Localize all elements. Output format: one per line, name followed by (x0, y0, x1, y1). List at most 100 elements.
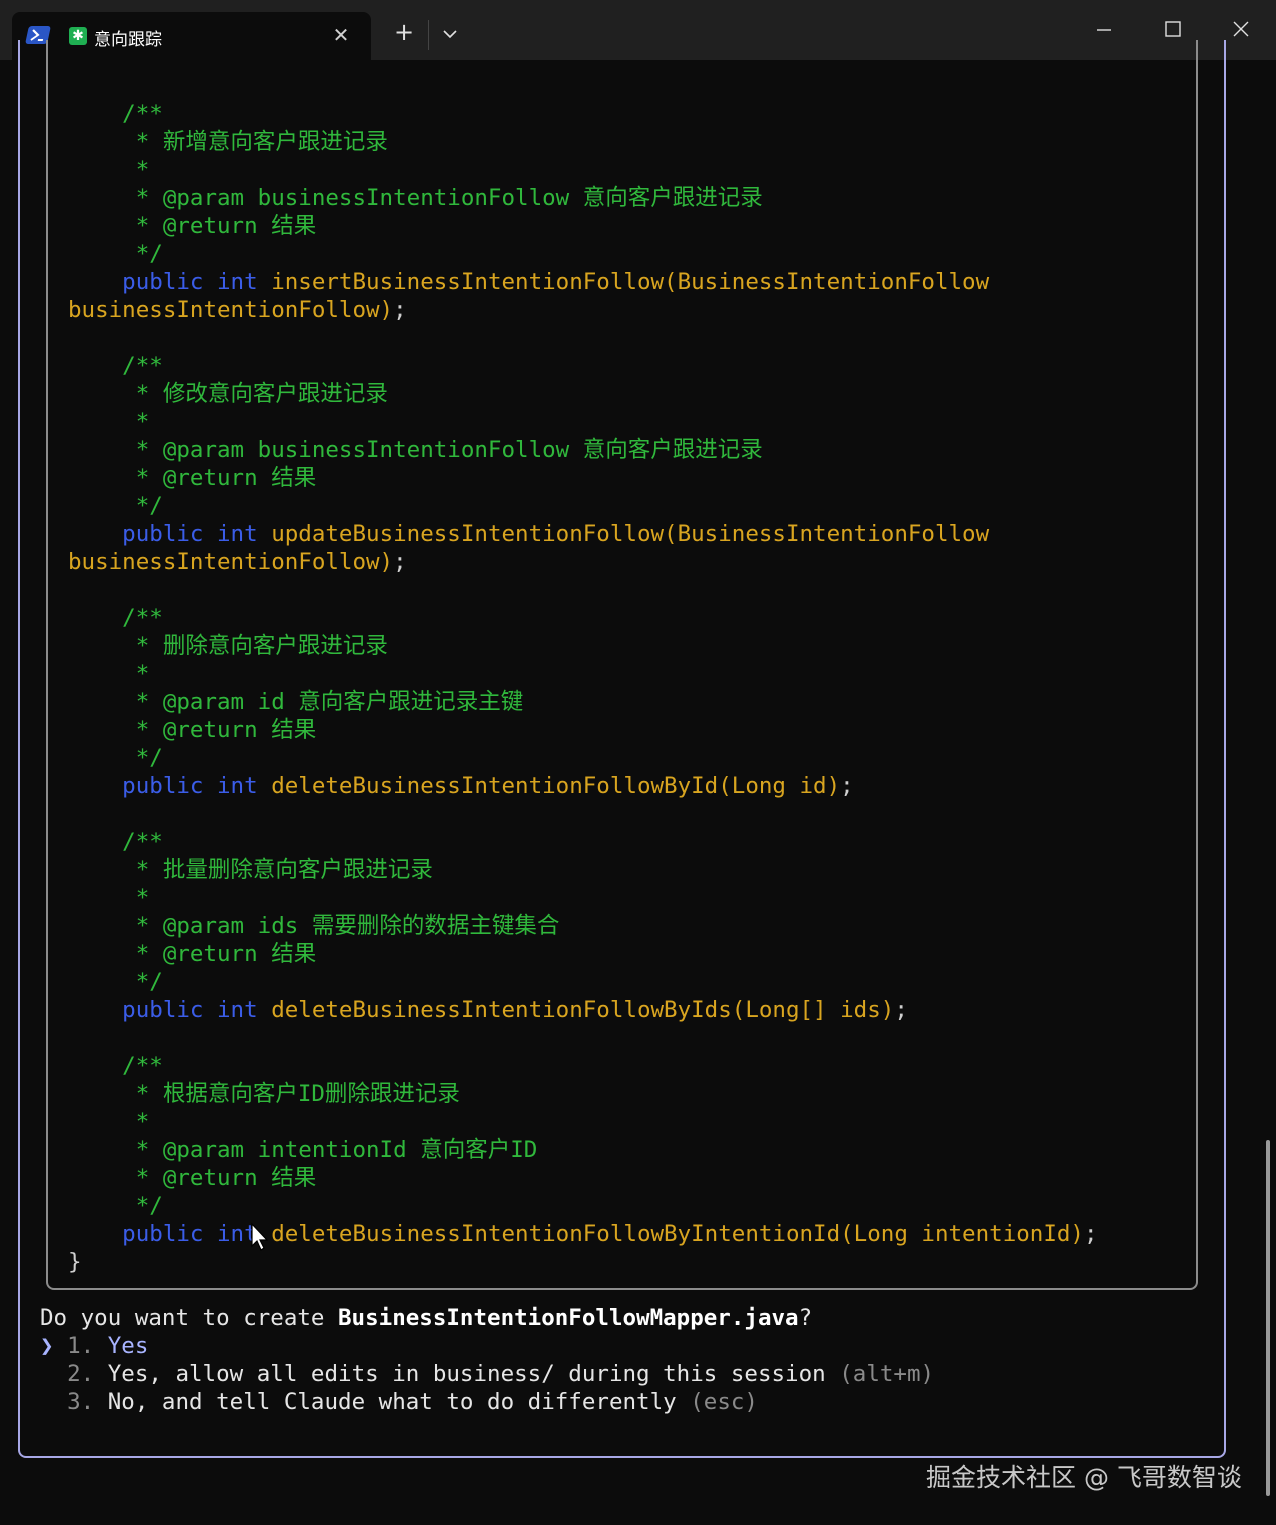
code-line: /** (68, 1052, 1098, 1080)
code-token: * (68, 409, 150, 435)
prompt-question: Do you want to create BusinessIntentionF… (40, 1305, 813, 1331)
code-line: * 新增意向客户跟进记录 (68, 128, 1098, 156)
code-token: int (217, 521, 258, 547)
window-close-icon[interactable] (1228, 16, 1254, 42)
code-token: deleteBusinessIntentionFollowById(Long i… (257, 773, 841, 799)
code-token: int (217, 997, 258, 1023)
code-token: * (68, 661, 150, 687)
code-token: businessIntentionFollow) (68, 297, 394, 323)
code-token: int (217, 269, 258, 295)
code-token: */ (68, 1193, 163, 1219)
code-token: * (68, 885, 150, 911)
code-token: * 修改意向客户跟进记录 (68, 381, 388, 407)
code-token: */ (68, 241, 163, 267)
code-token: */ (68, 969, 163, 995)
confirm-prompt: Do you want to create BusinessIntentionF… (40, 1304, 934, 1416)
code-line: public int insertBusinessIntentionFollow… (68, 268, 1098, 296)
code-line: */ (68, 1192, 1098, 1220)
code-token: * @return 结果 (68, 213, 317, 239)
code-token: public (68, 269, 204, 295)
code-token: ; (1083, 1221, 1098, 1247)
minimize-icon[interactable] (1090, 14, 1118, 42)
code-token: deleteBusinessIntentionFollowByIntention… (257, 1221, 1084, 1247)
code-line: * @param id 意向客户跟进记录主键 (68, 688, 1098, 716)
code-token: * 删除意向客户跟进记录 (68, 633, 388, 659)
code-line: /** (68, 352, 1098, 380)
code-token: insertBusinessIntentionFollow(BusinessIn… (257, 269, 990, 295)
code-token: public (68, 773, 204, 799)
code-line: */ (68, 744, 1098, 772)
code-token: * 根据意向客户ID删除跟进记录 (68, 1081, 460, 1107)
code-line: * @param intentionId 意向客户ID (68, 1136, 1098, 1164)
code-token: * @return 结果 (68, 717, 317, 743)
code-line: public int deleteBusinessIntentionFollow… (68, 1220, 1098, 1248)
code-line: */ (68, 240, 1098, 268)
code-line: * @param ids 需要删除的数据主键集合 (68, 912, 1098, 940)
code-line: * 批量删除意向客户跟进记录 (68, 856, 1098, 884)
code-token: ; (393, 549, 407, 575)
watermark: 掘金技术社区 @ 飞哥数智谈 (926, 1463, 1242, 1492)
code-token: ; (894, 997, 908, 1023)
code-token: * @param businessIntentionFollow 意向客户跟进记… (68, 437, 763, 463)
code-token: * (68, 1109, 150, 1135)
code-line: public int deleteBusinessIntentionFollow… (68, 996, 1098, 1024)
code-token: * @return 结果 (68, 941, 317, 967)
code-line: * (68, 884, 1098, 912)
code-line: * @return 结果 (68, 212, 1098, 240)
code-line: * (68, 1108, 1098, 1136)
code-token: * @param businessIntentionFollow 意向客户跟进记… (68, 185, 763, 211)
code-line: * 修改意向客户跟进记录 (68, 380, 1098, 408)
option-yes[interactable]: ❯ 1. Yes (40, 1333, 148, 1359)
code-token: * @return 结果 (68, 1165, 317, 1191)
prompt-filename: BusinessIntentionFollowMapper.java (338, 1305, 799, 1331)
option-allow-all[interactable]: 2. Yes, allow all edits in business/ dur… (40, 1361, 934, 1387)
code-line: * (68, 156, 1098, 184)
code-token: } (68, 1249, 82, 1275)
code-line: */ (68, 968, 1098, 996)
code-line: * (68, 408, 1098, 436)
code-token: public (68, 521, 204, 547)
code-line: * @return 结果 (68, 1164, 1098, 1192)
code-token: * @param ids 需要删除的数据主键集合 (68, 913, 560, 939)
code-token: */ (68, 745, 163, 771)
code-token: /** (68, 353, 163, 379)
code-token: */ (68, 493, 163, 519)
code-token: * 批量删除意向客户跟进记录 (68, 857, 433, 883)
code-line: * 根据意向客户ID删除跟进记录 (68, 1080, 1098, 1108)
code-line: * @return 结果 (68, 940, 1098, 968)
code-line: * @return 结果 (68, 716, 1098, 744)
code-token: * @param id 意向客户跟进记录主键 (68, 689, 524, 715)
code-token: updateBusinessIntentionFollow(BusinessIn… (257, 521, 990, 547)
code-token: * (68, 157, 150, 183)
code-line: businessIntentionFollow); (68, 296, 1098, 324)
code-line: * @param businessIntentionFollow 意向客户跟进记… (68, 184, 1098, 212)
code-line: businessIntentionFollow); (68, 548, 1098, 576)
code-line: /** (68, 828, 1098, 856)
scrollbar[interactable] (1266, 1140, 1270, 1496)
code-token: int (217, 773, 258, 799)
code-line: */ (68, 492, 1098, 520)
code-token: public (68, 1221, 204, 1247)
code-line: } (68, 1248, 1098, 1276)
option-no[interactable]: 3. No, and tell Claude what to do differ… (40, 1389, 758, 1415)
code-token: deleteBusinessIntentionFollowByIds(Long[… (257, 997, 895, 1023)
code-line: * @return 结果 (68, 464, 1098, 492)
code-line: * (68, 660, 1098, 688)
code-token: ; (840, 773, 854, 799)
maximize-icon[interactable] (1160, 16, 1186, 42)
code-token: public (68, 997, 204, 1023)
code-line: * 删除意向客户跟进记录 (68, 632, 1098, 660)
code-token: * @return 结果 (68, 465, 317, 491)
code-line: /** (68, 604, 1098, 632)
code-token: /** (68, 101, 163, 127)
selection-pointer: ❯ (40, 1333, 54, 1359)
